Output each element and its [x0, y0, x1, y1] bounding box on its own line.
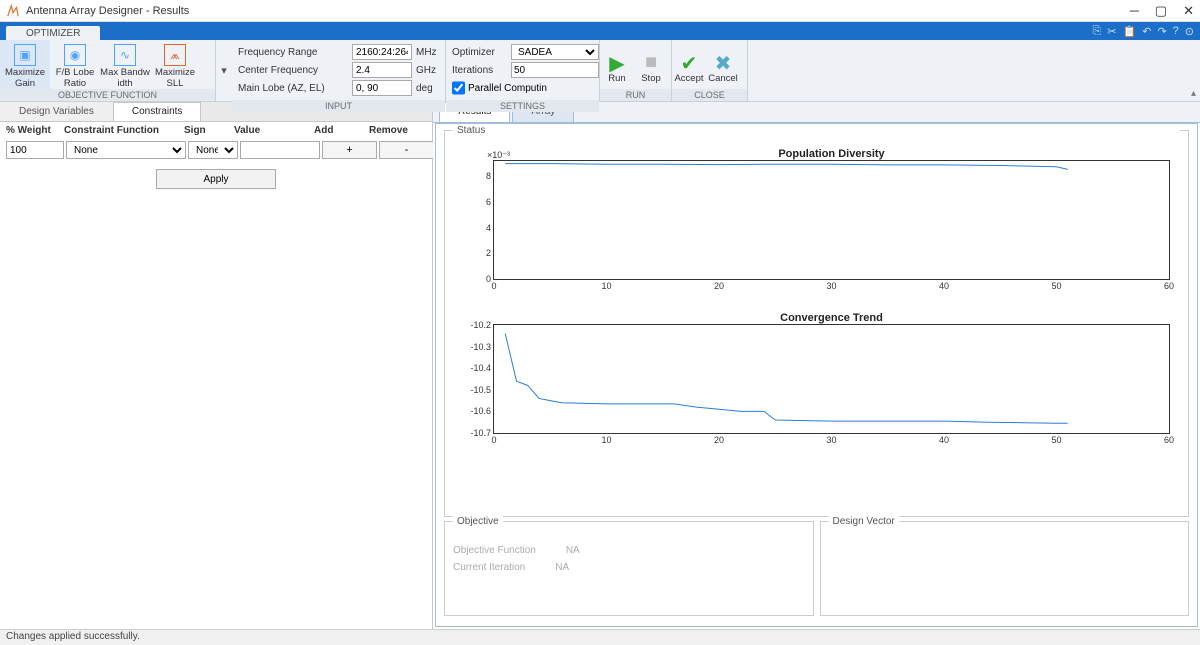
maximize-sll-button[interactable]: ⩕ MaximizeSLL — [150, 40, 200, 89]
right-panel: Results Array Status Population Diversit… — [433, 102, 1200, 629]
optimizer-label: Optimizer — [452, 47, 507, 58]
center-freq-input[interactable] — [352, 62, 412, 78]
ribbon: ▣ MaximizeGain ◉ F/B LobeRatio ∿ Max Ban… — [0, 40, 1200, 102]
freq-range-label: Frequency Range — [238, 47, 348, 58]
maximize-icon[interactable]: ▢ — [1155, 3, 1167, 19]
left-panel: Design Variables Constraints % Weight Co… — [0, 102, 433, 629]
group-label: INPUT — [232, 100, 445, 112]
unit-label: MHz — [416, 47, 446, 58]
col-header: % Weight — [6, 125, 64, 136]
stop-button[interactable]: ■ Stop — [634, 45, 668, 84]
ribbon-dropdown[interactable]: ▾ — [216, 40, 232, 101]
lobe-icon: ◉ — [64, 44, 86, 66]
sll-icon: ⩕ — [164, 44, 186, 66]
ribbon-collapse-icon[interactable]: ▴ — [1191, 88, 1196, 99]
dropdown-icon[interactable]: ⊙ — [1185, 25, 1194, 38]
play-icon: ▶ — [600, 51, 634, 73]
bandwidth-button[interactable]: ∿ Max Bandwidth — [100, 40, 150, 89]
cancel-button[interactable]: ✖ Cancel — [706, 45, 740, 84]
tab-optimizer[interactable]: OPTIMIZER — [6, 26, 100, 40]
toolbar-icon[interactable]: ⎘ — [1092, 25, 1101, 38]
toolbar-icon[interactable]: ✂ — [1107, 25, 1116, 38]
obj-iter-value: NA — [555, 562, 569, 573]
col-header: Add — [314, 125, 369, 136]
main-lobe-label: Main Lobe (AZ, EL) — [238, 83, 348, 94]
main-lobe-input[interactable] — [352, 80, 412, 96]
parallel-label: Parallel Computin — [468, 83, 547, 94]
add-row-button[interactable]: + — [322, 141, 377, 159]
top-tabstrip: OPTIMIZER ⎘ ✂ 📋 ↶ ↷ ? ⊙ — [0, 22, 1200, 40]
col-header: Remove — [369, 125, 424, 136]
parallel-checkbox[interactable] — [452, 80, 465, 96]
accept-button[interactable]: ✔ Accept — [672, 45, 706, 84]
convergence-trend-chart: Convergence Trend -10.7-10.6-10.5-10.4-1… — [493, 312, 1170, 452]
col-header: Value — [234, 125, 314, 136]
status-bar: Changes applied successfully. — [0, 629, 1200, 645]
freq-range-input[interactable] — [352, 44, 412, 60]
function-select[interactable]: None — [66, 141, 186, 159]
app-logo — [6, 4, 20, 18]
unit-label: GHz — [416, 65, 446, 76]
center-freq-label: Center Frequency — [238, 65, 348, 76]
obj-func-label: Objective Function — [453, 545, 536, 556]
minimize-icon[interactable]: ─ — [1130, 3, 1139, 19]
group-label: OBJECTIVE FUNCTION — [0, 89, 215, 101]
col-header: Sign — [184, 125, 234, 136]
run-button[interactable]: ▶ Run — [600, 45, 634, 84]
population-diversity-chart: Population Diversity ×10⁻³ 0246801020304… — [493, 148, 1170, 298]
group-label: CLOSE — [672, 89, 747, 101]
iterations-label: Iterations — [452, 65, 507, 76]
gain-icon: ▣ — [14, 44, 36, 66]
fb-lobe-button[interactable]: ◉ F/B LobeRatio — [50, 40, 100, 89]
toolbar-icon[interactable]: ↶ — [1142, 25, 1151, 38]
stop-icon: ■ — [634, 51, 668, 73]
value-input[interactable] — [240, 141, 320, 159]
weight-input[interactable] — [6, 141, 64, 159]
col-header: Constraint Function — [64, 125, 184, 136]
bandwidth-icon: ∿ — [114, 44, 136, 66]
design-vector-legend: Design Vector — [829, 516, 899, 527]
title-bar: Antenna Array Designer - Results ─ ▢ ✕ — [0, 0, 1200, 22]
group-label: SETTINGS — [446, 100, 599, 112]
check-icon: ✔ — [672, 51, 706, 73]
tab-design-variables[interactable]: Design Variables — [0, 102, 113, 121]
status-legend: Status — [453, 125, 1180, 136]
constraint-row: None None + - — [0, 139, 432, 161]
status-fieldset: Status Population Diversity ×10⁻³ 024680… — [444, 130, 1189, 517]
window-title: Antenna Array Designer - Results — [26, 5, 1130, 17]
obj-func-value: NA — [566, 545, 580, 556]
maximize-gain-button[interactable]: ▣ MaximizeGain — [0, 40, 50, 89]
group-label: RUN — [600, 89, 671, 101]
toolbar-icon[interactable]: 📋 — [1123, 25, 1137, 38]
design-vector-fieldset: Design Vector — [820, 521, 1190, 616]
close-icon[interactable]: ✕ — [1183, 3, 1194, 19]
tab-constraints[interactable]: Constraints — [113, 102, 202, 121]
objective-legend: Objective — [453, 516, 503, 527]
optimizer-select[interactable]: SADEA — [511, 44, 599, 60]
obj-iter-label: Current Iteration — [453, 562, 525, 573]
apply-button[interactable]: Apply — [156, 169, 276, 189]
objective-fieldset: Objective Objective FunctionNA Current I… — [444, 521, 814, 616]
remove-row-button[interactable]: - — [379, 141, 434, 159]
toolbar-icon[interactable]: ↷ — [1157, 25, 1166, 38]
help-icon[interactable]: ? — [1173, 25, 1179, 37]
cancel-icon: ✖ — [706, 51, 740, 73]
sign-select[interactable]: None — [188, 141, 238, 159]
unit-label: deg — [416, 83, 446, 94]
iterations-input[interactable] — [511, 62, 599, 78]
